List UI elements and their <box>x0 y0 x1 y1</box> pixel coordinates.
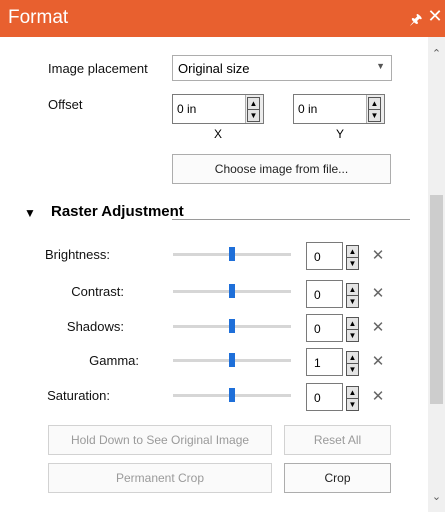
spin-down-icon[interactable]: ▼ <box>368 109 381 122</box>
chevron-down-icon: ▼ <box>376 61 385 71</box>
vertical-scrollbar[interactable]: ⌃ ⌄ <box>428 37 445 512</box>
spin-down-icon[interactable]: ▼ <box>346 257 359 270</box>
spin-down-icon[interactable]: ▼ <box>247 109 260 122</box>
brightness-value: 0 <box>314 250 321 264</box>
scroll-up-icon[interactable]: ⌃ <box>428 47 445 61</box>
offset-x-axis-label: X <box>214 127 223 141</box>
title-bar: Format 🖈 ✕ <box>0 0 445 37</box>
shadows-label: Shadows: <box>66 319 124 334</box>
choose-image-button[interactable]: Choose image from file... <box>172 154 391 184</box>
format-panel: Format 🖈 ✕ Image placement Original size… <box>0 0 445 512</box>
image-placement-value: Original size <box>178 61 250 76</box>
gamma-label: Gamma: <box>89 353 139 368</box>
reset-all-button[interactable]: Reset All <box>284 425 391 455</box>
offset-x-input[interactable]: 0 in ▲ ▼ <box>172 94 264 124</box>
raster-adjustment-title: Raster Adjustment <box>51 203 184 220</box>
saturation-spinner[interactable]: ▲ ▼ <box>345 384 359 412</box>
saturation-input[interactable]: 0 ▲ ▼ <box>306 383 359 411</box>
shadows-spinner[interactable]: ▲ ▼ <box>345 315 359 343</box>
image-placement-label: Image placement <box>48 61 148 76</box>
brightness-reset-icon[interactable]: ✕ <box>371 246 385 264</box>
contrast-reset-icon[interactable]: ✕ <box>371 284 385 302</box>
offset-y-value: 0 in <box>298 102 318 116</box>
offset-y-spinner[interactable]: ▲ ▼ <box>366 95 384 123</box>
spin-down-icon[interactable]: ▼ <box>346 363 359 376</box>
collapse-arrow-icon[interactable]: ▼ <box>24 206 36 220</box>
shadows-input[interactable]: 0 ▲ ▼ <box>306 314 359 342</box>
offset-y-axis-label: Y <box>336 127 345 141</box>
scrollbar-thumb[interactable] <box>430 195 443 404</box>
contrast-slider-thumb[interactable] <box>229 284 235 298</box>
scroll-down-icon[interactable]: ⌄ <box>428 490 445 504</box>
saturation-slider-thumb[interactable] <box>229 388 235 402</box>
contrast-value: 0 <box>314 288 321 302</box>
contrast-input[interactable]: 0 ▲ ▼ <box>306 280 359 308</box>
brightness-label: Brightness: <box>44 247 110 262</box>
brightness-spinner[interactable]: ▲ ▼ <box>345 243 359 271</box>
crop-button[interactable]: Crop <box>284 463 391 493</box>
spin-down-icon[interactable]: ▼ <box>346 295 359 308</box>
gamma-spinner[interactable]: ▲ ▼ <box>345 349 359 377</box>
brightness-input[interactable]: 0 ▲ ▼ <box>306 242 359 270</box>
image-placement-dropdown[interactable]: Original size ▼ <box>172 55 392 81</box>
gamma-slider-thumb[interactable] <box>229 353 235 367</box>
panel-title: Format <box>8 7 69 28</box>
offset-x-spinner[interactable]: ▲ ▼ <box>245 95 263 123</box>
close-icon[interactable]: ✕ <box>427 6 443 28</box>
section-divider <box>172 219 410 220</box>
saturation-value: 0 <box>314 391 321 405</box>
gamma-value: 1 <box>314 356 321 370</box>
saturation-label: Saturation: <box>47 388 110 403</box>
contrast-spinner[interactable]: ▲ ▼ <box>345 281 359 309</box>
brightness-slider-thumb[interactable] <box>229 247 235 261</box>
permanent-crop-button[interactable]: Permanent Crop <box>48 463 272 493</box>
hold-original-button[interactable]: Hold Down to See Original Image <box>48 425 272 455</box>
gamma-input[interactable]: 1 ▲ ▼ <box>306 348 359 376</box>
offset-label: Offset <box>48 97 83 112</box>
gamma-reset-icon[interactable]: ✕ <box>371 352 385 370</box>
spin-down-icon[interactable]: ▼ <box>346 398 359 411</box>
offset-x-value: 0 in <box>177 102 197 116</box>
spin-down-icon[interactable]: ▼ <box>346 329 359 342</box>
offset-y-input[interactable]: 0 in ▲ ▼ <box>293 94 385 124</box>
shadows-slider-thumb[interactable] <box>229 319 235 333</box>
contrast-label: Contrast: <box>71 284 124 299</box>
pin-icon[interactable]: 🖈 <box>409 9 423 27</box>
shadows-value: 0 <box>314 322 321 336</box>
shadows-reset-icon[interactable]: ✕ <box>371 318 385 336</box>
saturation-reset-icon[interactable]: ✕ <box>371 387 385 405</box>
